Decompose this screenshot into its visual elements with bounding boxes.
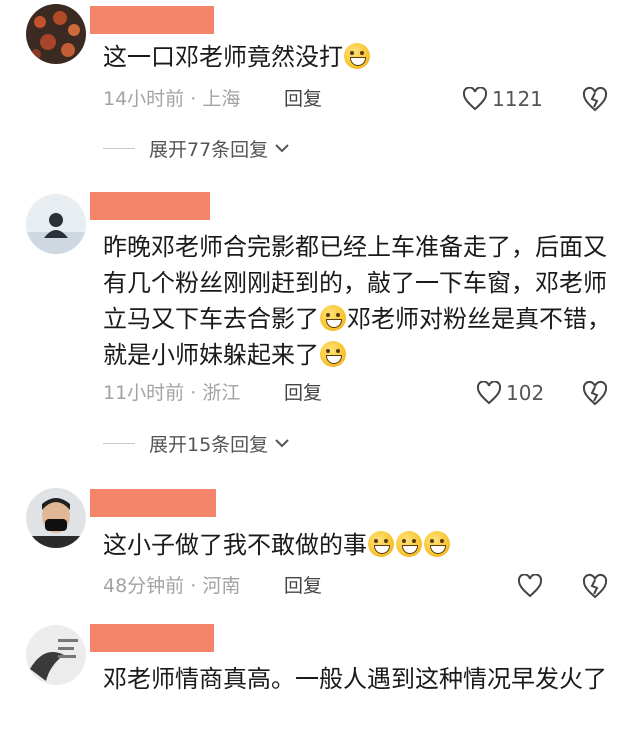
comment-text: 邓老师情商真高。一般人遇到这种情况早发火了: [103, 665, 607, 693]
like-count: 102: [506, 381, 545, 405]
comment-meta: 48分钟前 · 河南 回复: [103, 572, 623, 600]
reply-button[interactable]: 回复: [284, 572, 322, 600]
comment-text: 这小子做了我不敢做的事: [103, 527, 623, 563]
reply-button[interactable]: 回复: [284, 379, 322, 407]
heart-icon: [462, 87, 488, 111]
like-button[interactable]: [517, 572, 543, 600]
reply-button[interactable]: 回复: [284, 85, 322, 113]
grin-emoji-icon: [396, 531, 422, 557]
broken-heart-icon[interactable]: [581, 572, 609, 600]
comment-text: 昨晚邓老师合完影都已经上车准备走了，后面又有几个粉丝刚刚赶到的，敲了一下车窗，邓…: [103, 233, 611, 369]
heart-icon: [517, 574, 543, 598]
grin-emoji-icon: [368, 531, 394, 557]
comment-list: 这一口邓老师竟然没打 14小时前 · 上海 回复 1121 展开77条回复 昨晚…: [0, 0, 640, 741]
grin-emoji-icon: [424, 531, 450, 557]
broken-heart-icon[interactable]: [581, 85, 609, 113]
grin-emoji-icon: [320, 305, 346, 331]
laugh-cry-emoji-icon: [344, 43, 370, 69]
expand-replies-button[interactable]: 展开15条回复: [103, 429, 292, 457]
laugh-cry-emoji-icon: [320, 341, 346, 367]
username-redacted[interactable]: [90, 489, 216, 517]
like-count: 1121: [492, 87, 543, 111]
comment-location: 上海: [202, 88, 241, 110]
comment-time: 14小时前: [103, 88, 185, 110]
username-redacted[interactable]: [90, 624, 214, 652]
chevron-down-icon: [275, 439, 289, 448]
avatar[interactable]: [26, 4, 86, 64]
divider: [103, 147, 135, 149]
comment-meta: 14小时前 · 上海 回复: [103, 85, 623, 113]
comment-meta: 11小时前 · 浙江 回复: [103, 379, 623, 407]
comment-location: 河南: [202, 575, 241, 597]
avatar[interactable]: [26, 194, 86, 254]
heart-icon: [476, 381, 502, 405]
username-redacted[interactable]: [90, 6, 214, 34]
avatar[interactable]: [26, 625, 86, 685]
comment-text: 这一口邓老师竟然没打: [103, 39, 623, 75]
comment-location: 浙江: [202, 382, 241, 404]
like-button[interactable]: 102: [476, 379, 544, 407]
comment-time: 48分钟前: [103, 575, 185, 597]
broken-heart-icon[interactable]: [581, 379, 609, 407]
avatar[interactable]: [26, 488, 86, 548]
divider: [103, 442, 135, 444]
expand-replies-button[interactable]: 展开77条回复: [103, 134, 292, 162]
username-redacted[interactable]: [90, 192, 210, 220]
comment-time: 11小时前: [103, 382, 185, 404]
chevron-down-icon: [275, 144, 289, 153]
like-button[interactable]: 1121: [462, 85, 543, 113]
